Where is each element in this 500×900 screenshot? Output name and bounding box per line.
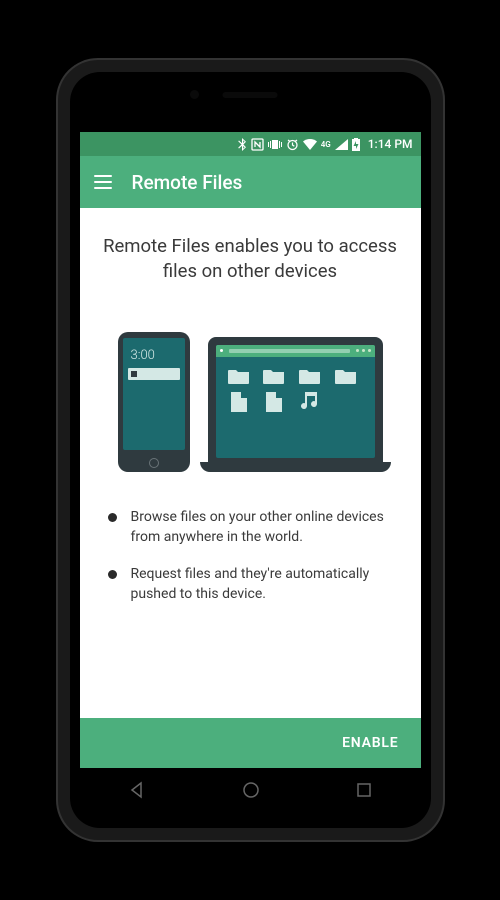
document-icon [228,393,250,411]
nav-recent-button[interactable] [356,782,372,798]
folder-icon [263,367,285,385]
wifi-icon [303,139,317,150]
app-bar: Remote Files [80,156,421,208]
status-bar: 4G 1:14 PM [80,132,421,156]
device-camera [190,90,199,99]
folder-icon [228,367,250,385]
document-icon [263,393,285,411]
device-frame: 4G 1:14 PM Remote Files Remote Files ena… [58,60,443,840]
nfc-icon [251,138,264,151]
illustration-laptop-topbar [216,345,375,357]
headline: Remote Files enables you to access files… [102,234,399,284]
music-icon [299,393,321,411]
hamburger-icon[interactable] [94,175,112,189]
bullet-item: Request files and they're automatically … [108,565,393,604]
network-label: 4G [321,140,331,149]
illustration-laptop-files [216,357,375,421]
nav-back-button[interactable] [128,781,146,799]
bullet-dot-icon [108,513,117,522]
status-icons: 4G [237,138,360,151]
app-title: Remote Files [132,171,243,194]
bullet-dot-icon [108,570,117,579]
content-area: Remote Files enables you to access files… [80,208,421,718]
illustration-phone-clock: 3:00 [131,348,155,363]
illustration-phone-notification [128,368,180,380]
device-inner: 4G 1:14 PM Remote Files Remote Files ena… [70,72,431,828]
illustration-phone: 3:00 [118,332,190,472]
nav-home-button[interactable] [242,781,260,799]
bottom-bar: ENABLE [80,718,421,768]
vibrate-icon [268,138,282,151]
signal-icon [335,139,348,150]
status-time: 1:14 PM [368,137,413,151]
bullet-text: Request files and they're automatically … [131,565,393,604]
bullet-item: Browse files on your other online device… [108,508,393,547]
folder-icon [335,367,357,385]
folder-icon [299,367,321,385]
illustration: 3:00 [102,312,399,472]
battery-charging-icon [352,138,360,151]
bullet-list: Browse files on your other online device… [102,508,399,622]
bluetooth-icon [237,138,247,151]
screen: 4G 1:14 PM Remote Files Remote Files ena… [80,132,421,768]
alarm-icon [286,138,299,151]
android-nav-bar [80,770,421,810]
illustration-laptop [208,337,383,472]
device-speaker [223,92,278,98]
enable-button[interactable]: ENABLE [342,735,398,751]
illustration-phone-home [149,458,159,468]
bullet-text: Browse files on your other online device… [131,508,393,547]
